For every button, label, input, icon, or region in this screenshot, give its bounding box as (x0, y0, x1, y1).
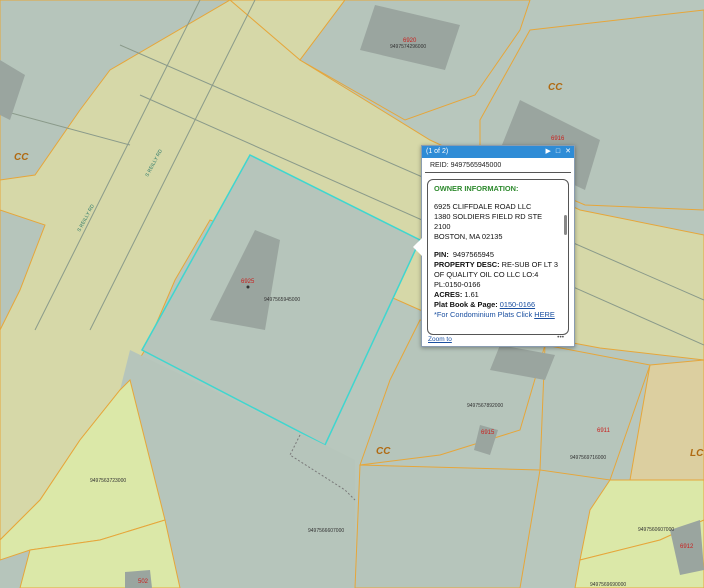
owner-line: 6925 CLIFFDALE ROAD LLC (434, 202, 532, 211)
pin-label: 9497566607000 (308, 528, 344, 534)
condo-row: *For Condominium Plats Click HERE (434, 310, 562, 320)
pin-label: 9497563723000 (90, 478, 126, 484)
popup-scrollbar[interactable] (564, 215, 567, 235)
zone-label-lc: LC (690, 448, 704, 459)
parcel-se (354, 464, 541, 588)
reid-line: REID: 9497565945000 (425, 158, 571, 173)
owner-line: 2100 (434, 222, 451, 231)
parcel-info-popup[interactable]: (1 of 2) ▶ □ ✕ REID: 9497565945000 OWNER… (413, 145, 575, 347)
popup-titlebar: (1 of 2) ▶ □ ✕ (422, 146, 574, 158)
close-icon[interactable]: ✕ (565, 146, 571, 158)
popup-footer: Zoom to ••• (422, 334, 574, 346)
address-6911: 6911 (597, 428, 611, 434)
owner-line: BOSTON, MA 02135 (434, 232, 503, 241)
popup-pointer (413, 238, 422, 256)
acres-label: ACRES: (434, 290, 463, 299)
zone-label-cc-2: CC (548, 82, 563, 93)
platbook-link[interactable]: 0150-0166 (500, 300, 535, 309)
pin-label: 9497560607000 (638, 527, 674, 533)
address-6916: 6916 (551, 136, 565, 142)
pin-label: 9497565945000 (264, 297, 300, 303)
address-6915: 6915 (481, 430, 495, 436)
address-502: 502 (138, 579, 149, 585)
popup-body[interactable]: OWNER INFORMATION: 6925 CLIFFDALE ROAD L… (427, 179, 569, 335)
platbook-label: Plat Book & Page: (434, 300, 498, 309)
address-6925: 6925 (241, 279, 255, 285)
pin-label: 9497569716000 (570, 455, 606, 461)
pin-label: 9497567892000 (467, 403, 503, 409)
more-options-icon[interactable]: ••• (557, 334, 564, 341)
zoom-to-link[interactable]: Zoom to (428, 336, 452, 343)
pin-value: 9497565945 (452, 250, 495, 259)
acres-value: 1.61 (464, 290, 479, 299)
acres-row: ACRES: 1.61 (434, 290, 562, 300)
desc-label: PROPERTY DESC: (434, 260, 500, 269)
platbook-row: Plat Book & Page: 0150-0166 (434, 300, 562, 310)
pin-label: 9497574296000 (390, 44, 426, 50)
condo-link[interactable]: HERE (534, 310, 555, 319)
condo-text[interactable]: *For Condominium Plats Click (434, 310, 532, 319)
address-6912: 6912 (680, 544, 694, 550)
owner-heading: OWNER INFORMATION: (434, 184, 519, 193)
zone-label-cc-1: CC (14, 152, 29, 163)
pin-label: 9497569690000 (590, 582, 626, 588)
popup-title: (1 of 2) (426, 148, 449, 155)
address-point-6925 (246, 285, 250, 289)
desc-row: PROPERTY DESC: RE-SUB OF LT 3 OF QUALITY… (434, 260, 562, 290)
pin-label: PIN: (434, 250, 449, 259)
parcel-map[interactable]: CC CC CC LC S REILLY RD S REILLY RD 6920… (0, 0, 704, 588)
maximize-icon[interactable]: □ (556, 146, 560, 158)
next-arrow-icon[interactable]: ▶ (546, 146, 551, 158)
pin-row: PIN: 9497565945 (434, 250, 562, 260)
owner-line: 1380 SOLDIERS FIELD RD STE (434, 212, 543, 221)
zone-label-cc-3: CC (376, 446, 391, 457)
